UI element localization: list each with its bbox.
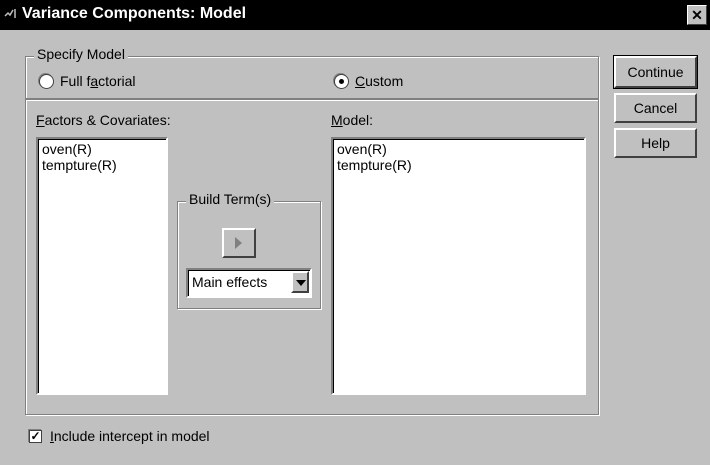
- list-item[interactable]: tempture(R): [42, 157, 162, 173]
- build-terms-legend: Build Term(s): [186, 191, 275, 207]
- full-factorial-label[interactable]: Full factorial: [60, 73, 136, 89]
- list-item[interactable]: tempture(R): [337, 157, 580, 173]
- list-item[interactable]: oven(R): [337, 141, 580, 157]
- specify-model-legend: Specify Model: [34, 46, 128, 62]
- chevron-down-icon: [296, 280, 306, 286]
- close-button[interactable]: ✕: [687, 5, 707, 25]
- factors-covariates-list[interactable]: oven(R) tempture(R): [36, 137, 168, 395]
- include-intercept-label[interactable]: Include intercept in model: [50, 428, 210, 444]
- custom-radio[interactable]: [334, 74, 349, 89]
- arrow-right-icon: [235, 237, 242, 249]
- cancel-button[interactable]: Cancel: [614, 93, 697, 123]
- list-item[interactable]: oven(R): [42, 141, 162, 157]
- move-to-model-button[interactable]: [222, 228, 256, 258]
- model-label: Model:: [331, 112, 374, 128]
- custom-label[interactable]: Custom: [355, 73, 403, 89]
- checkmark-icon: ✓: [30, 429, 41, 443]
- close-icon: ✕: [691, 7, 703, 23]
- app-icon: [4, 9, 16, 18]
- title-bar: Variance Components: Model ✕: [0, 0, 710, 30]
- model-list[interactable]: oven(R) tempture(R): [331, 137, 586, 395]
- include-intercept-checkbox[interactable]: ✓: [29, 430, 42, 443]
- continue-button[interactable]: Continue: [613, 55, 698, 89]
- window-title: Variance Components: Model: [22, 5, 247, 22]
- factors-covariates-label: Factors & Covariates:: [36, 112, 171, 128]
- term-type-value: Main effects: [192, 274, 268, 290]
- full-factorial-radio[interactable]: [39, 74, 54, 89]
- dropdown-button[interactable]: [291, 271, 309, 293]
- help-button[interactable]: Help: [614, 128, 697, 158]
- term-type-select[interactable]: Main effects: [186, 268, 312, 298]
